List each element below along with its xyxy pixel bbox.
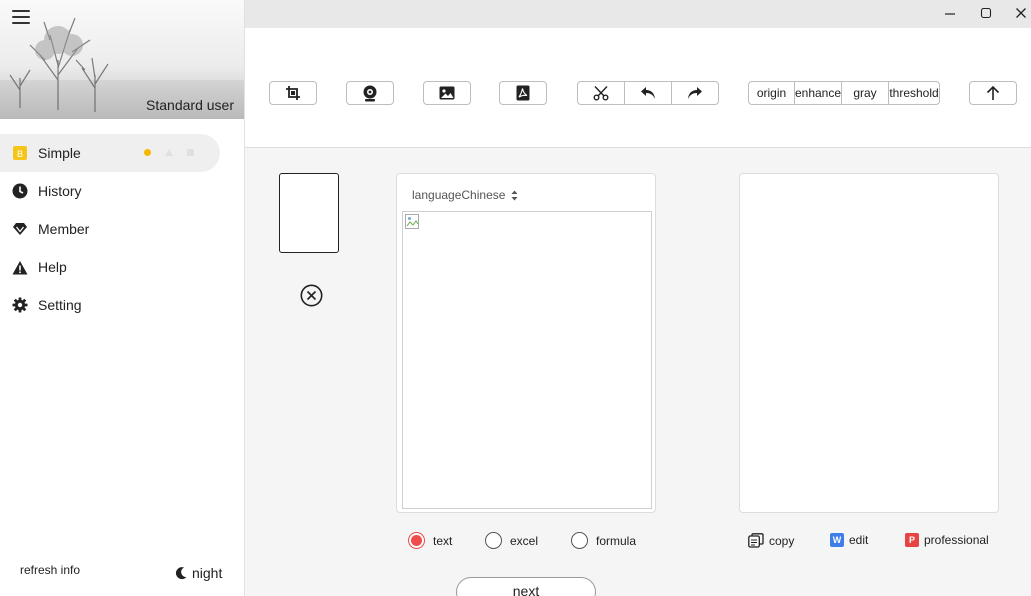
cut-button[interactable] [578, 82, 625, 104]
edit-label: edit [849, 533, 869, 547]
sidebar-item-setting[interactable]: Setting [0, 286, 244, 324]
page-thumbnail[interactable] [279, 173, 339, 253]
scissors-icon [593, 86, 609, 101]
result-panel[interactable] [739, 173, 999, 513]
language-select[interactable]: languageChinese [412, 188, 518, 202]
toolbar: origin enhance gray threshold [245, 28, 1031, 148]
undo-icon [641, 87, 655, 99]
pdf-import-button[interactable] [499, 81, 547, 105]
gear-icon [12, 297, 28, 313]
sidebar-item-help[interactable]: Help [0, 248, 244, 286]
sidebar-item-history[interactable]: History [0, 172, 244, 210]
image-mode-group: origin enhance gray threshold [748, 81, 940, 105]
crop-icon [286, 86, 300, 100]
minimize-icon [945, 13, 955, 15]
warning-icon [12, 259, 28, 275]
arrow-up-icon [986, 85, 1000, 100]
square-icon [187, 149, 194, 156]
radio-label: formula [596, 533, 637, 548]
webcam-icon [363, 85, 377, 101]
user-level-label: Standard user [146, 97, 234, 113]
radio-unselected-icon [485, 532, 502, 549]
radio-label: text [433, 533, 453, 548]
sidebar: Standard user B Simple History Member He… [0, 0, 245, 596]
sort-arrows-icon [511, 190, 518, 200]
close-button[interactable] [1013, 5, 1029, 21]
next-button[interactable]: next [456, 577, 596, 596]
copy-button[interactable]: copy [748, 533, 794, 548]
maximize-button[interactable] [978, 5, 994, 21]
radio-formula[interactable]: formula [571, 532, 636, 549]
remove-page-button[interactable] [300, 284, 323, 307]
radio-selected-icon [408, 532, 425, 549]
close-circle-icon [300, 284, 323, 307]
crop-button[interactable] [269, 81, 317, 105]
clock-icon [12, 183, 28, 199]
undo-button[interactable] [625, 82, 672, 104]
moon-icon [175, 567, 187, 580]
sidebar-item-label: Member [38, 221, 90, 237]
title-bar [245, 0, 1031, 28]
upload-button[interactable] [969, 81, 1017, 105]
image-preview [402, 211, 652, 509]
mode-gray-button[interactable]: gray [842, 82, 889, 104]
copy-label: copy [769, 533, 795, 548]
simple-badge-icon: B [12, 145, 28, 161]
copy-icon [748, 533, 764, 548]
mode-threshold-button[interactable]: threshold [889, 82, 939, 104]
triangle-icon [165, 149, 173, 156]
redo-button[interactable] [672, 82, 718, 104]
mode-enhance-button[interactable]: enhance [795, 82, 842, 104]
broken-image-icon [405, 214, 419, 229]
professional-label: professional [924, 533, 989, 547]
edit-button[interactable]: W edit [830, 533, 868, 547]
sidebar-item-label: Help [38, 259, 67, 275]
refresh-info-link[interactable]: refresh info [20, 563, 80, 577]
app-window: Standard user B Simple History Member He… [0, 0, 1031, 596]
edit-tools-group [577, 81, 719, 105]
sidebar-item-member[interactable]: Member [0, 210, 244, 248]
maximize-icon [980, 7, 992, 19]
sidebar-item-simple[interactable]: B Simple [0, 134, 220, 172]
night-mode-label: night [192, 565, 223, 581]
status-indicators [144, 149, 194, 156]
sidebar-item-label: Setting [38, 297, 82, 313]
word-icon: W [830, 533, 844, 547]
menu-icon[interactable] [12, 10, 30, 24]
diamond-icon [12, 221, 28, 237]
radio-unselected-icon [571, 532, 588, 549]
sidebar-item-label: History [38, 183, 82, 199]
redo-icon [688, 87, 702, 99]
professional-button[interactable]: P professional [905, 533, 989, 547]
image-icon [439, 86, 455, 100]
radio-text[interactable]: text [408, 532, 452, 549]
sidebar-nav: B Simple History Member Help Setting [0, 134, 244, 324]
radio-excel[interactable]: excel [485, 532, 538, 549]
pdf-icon [516, 85, 530, 101]
image-panel: languageChinese [396, 173, 656, 513]
svg-text:B: B [17, 149, 23, 159]
camera-button[interactable] [346, 81, 394, 105]
sidebar-item-label: Simple [38, 145, 81, 161]
minimize-button[interactable] [942, 5, 958, 21]
image-import-button[interactable] [423, 81, 471, 105]
active-dot-icon [144, 149, 151, 156]
night-mode-toggle[interactable]: night [174, 565, 222, 581]
mode-origin-button[interactable]: origin [749, 82, 795, 104]
profile-banner: Standard user [0, 0, 244, 119]
language-label: languageChinese [412, 188, 506, 202]
close-icon [1016, 8, 1026, 18]
radio-label: excel [510, 533, 539, 548]
professional-icon: P [905, 533, 919, 547]
